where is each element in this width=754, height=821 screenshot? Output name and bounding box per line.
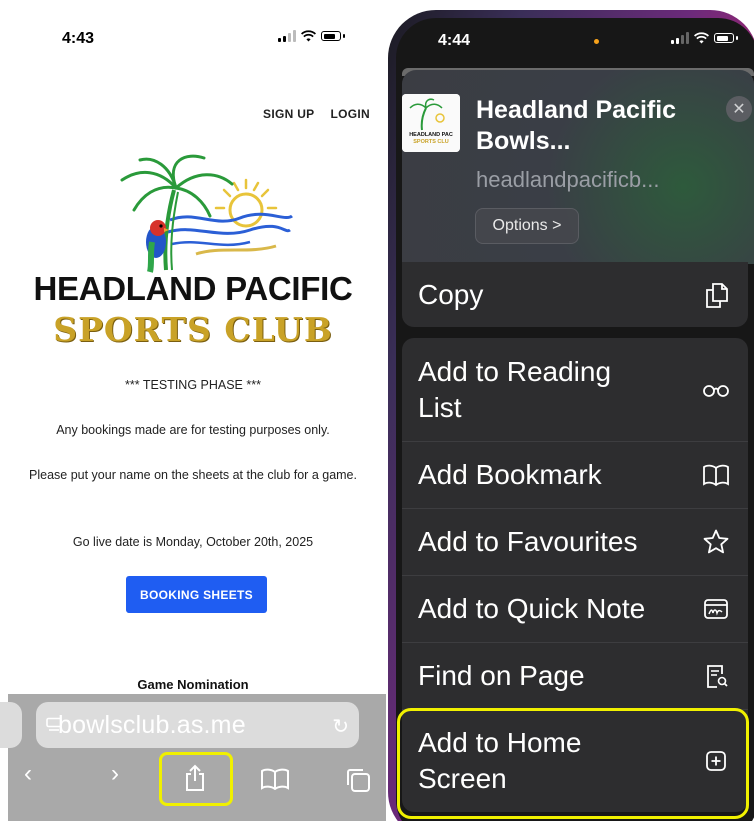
battery-icon [321, 31, 341, 41]
left-screenshot-webpage: 4:43 SIGN UP LOGIN HEADLAND PACIFIC SPOR… [0, 0, 386, 821]
reload-icon[interactable]: ↻ [332, 714, 349, 739]
login-link[interactable]: LOGIN [331, 107, 371, 121]
site-title: Headland Pacific Bowls... [476, 96, 677, 155]
go-live-text: Go live date is Monday, October 20th, 20… [72, 535, 314, 549]
find-on-page-action[interactable]: Find on Page [402, 642, 748, 709]
close-icon[interactable]: ✕ [726, 96, 752, 122]
back-icon[interactable]: ‹ [24, 760, 32, 788]
wifi-icon [301, 30, 316, 42]
add-to-reading-list-action[interactable]: Add to Reading List [402, 338, 748, 441]
testing-purposes-text: Any bookings made are for testing purpos… [56, 423, 330, 437]
add-to-favourites-label: Add to Favourites [418, 526, 638, 557]
add-to-reading-list-label: Add to Reading List [418, 355, 612, 423]
copy-icon [706, 282, 728, 308]
star-icon [703, 529, 729, 554]
svg-text:SPORTS CLU: SPORTS CLU [413, 139, 448, 145]
address-bar[interactable]: bowlsclub.as.me ↻ [36, 702, 359, 748]
brand-title: HEADLAND PACIFIC [33, 270, 353, 307]
copy-action[interactable]: Copy [402, 262, 748, 327]
share-actions-group-copy: Copy [402, 262, 748, 327]
add-to-quick-note-action[interactable]: Add to Quick Note [402, 575, 748, 642]
find-on-page-label: Find on Page [418, 660, 585, 691]
add-bookmark-action[interactable]: Add Bookmark [402, 441, 748, 508]
brand-subtitle: SPORTS CLUB [53, 310, 333, 349]
site-url: headlandpacificb... [476, 167, 660, 192]
privacy-indicator-dot [594, 39, 599, 44]
tabs-icon[interactable] [345, 767, 371, 793]
sheets-instruction-text: Please put your name on the sheets at th… [29, 468, 357, 482]
signal-icon [278, 30, 296, 42]
svg-text:HEADLAND PAC: HEADLAND PAC [409, 132, 453, 138]
add-to-quick-note-label: Add to Quick Note [418, 593, 646, 624]
add-bookmark-label: Add Bookmark [418, 459, 602, 490]
options-button[interactable]: Options > [475, 208, 579, 244]
booking-sheets-button[interactable]: BOOKING SHEETS [126, 576, 267, 613]
status-time: 4:44 [438, 32, 471, 49]
status-icons [278, 30, 345, 42]
wifi-icon [694, 32, 709, 44]
copy-label: Copy [418, 278, 484, 310]
safari-toolbar: bowlsclub.as.me ↻ ‹ › [0, 694, 386, 821]
battery-icon [714, 33, 734, 43]
status-time: 4:43 [62, 30, 95, 47]
bookmarks-icon[interactable] [260, 768, 290, 790]
add-to-favourites-action[interactable]: Add to Favourites [402, 508, 748, 575]
signal-icon [671, 32, 689, 44]
forward-icon[interactable]: › [111, 760, 119, 788]
url-text[interactable]: bowlsclub.as.me [58, 711, 246, 740]
sign-up-link[interactable]: SIGN UP [263, 107, 314, 121]
site-thumbnail: HEADLAND PAC SPORTS CLU [402, 94, 460, 152]
site-thumbnail-logo-icon: HEADLAND PAC SPORTS CLU [402, 94, 460, 152]
status-icons [671, 32, 738, 44]
find-on-page-icon [707, 665, 728, 688]
previous-tab-pill[interactable] [0, 702, 22, 748]
top-nav-links: SIGN UP LOGIN [263, 107, 370, 121]
add-to-home-screen-highlight [397, 708, 749, 819]
page-icon[interactable] [46, 717, 62, 733]
club-logo-illustration [120, 154, 293, 273]
game-nomination-heading: Game Nomination [137, 677, 249, 692]
book-icon [703, 464, 729, 487]
share-button-highlight [159, 752, 233, 806]
testing-phase-text: *** TESTING PHASE *** [125, 378, 261, 392]
quick-note-icon [704, 599, 728, 619]
glasses-icon [703, 384, 729, 397]
